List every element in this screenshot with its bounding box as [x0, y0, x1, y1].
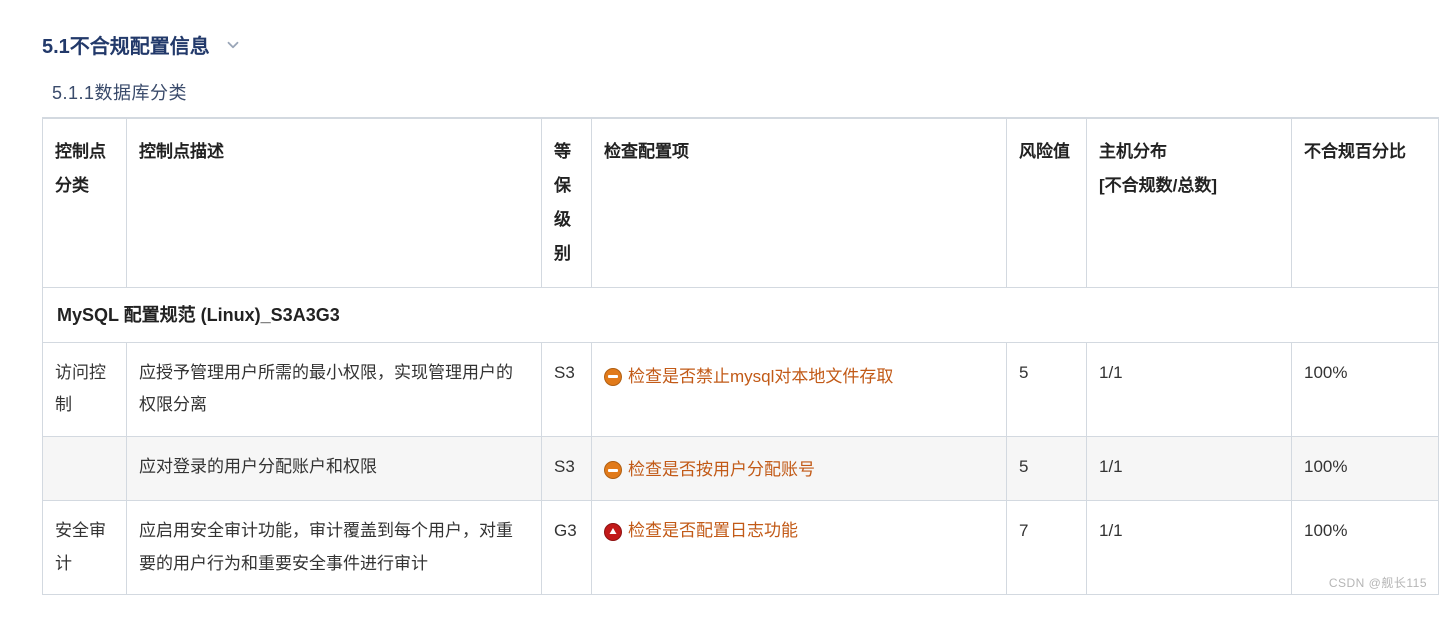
cell-category	[43, 436, 127, 501]
cell-check-item: 检查是否按用户分配账号	[592, 436, 1007, 501]
check-item-text: 检查是否按用户分配账号	[628, 454, 815, 486]
cell-risk: 5	[1007, 343, 1087, 437]
cell-category: 安全审计	[43, 501, 127, 595]
table-title: MySQL 配置规范 (Linux)_S3A3G3	[43, 288, 1439, 343]
col-distribution-sub: [不合规数/总数]	[1099, 176, 1217, 195]
config-table: MySQL 配置规范 (Linux)_S3A3G3 控制点分类 控制点描述 等保…	[42, 118, 1439, 595]
cell-description: 应对登录的用户分配账户和权限	[127, 436, 542, 501]
cell-category: 访问控制	[43, 343, 127, 437]
config-table-wrap: MySQL 配置规范 (Linux)_S3A3G3 控制点分类 控制点描述 等保…	[42, 117, 1439, 595]
cell-distribution: 1/1	[1087, 501, 1292, 595]
cell-distribution: 1/1	[1087, 343, 1292, 437]
cell-level: G3	[542, 501, 592, 595]
table-row: 应对登录的用户分配账户和权限S3 检查是否按用户分配账号 51/1100%	[43, 436, 1439, 501]
check-item-link[interactable]: 检查是否禁止mysql对本地文件存取	[604, 361, 893, 393]
cell-pct: 100%	[1292, 436, 1439, 501]
table-header-row: 控制点分类 控制点描述 等保级别 检查配置项 风险值 主机分布 [不合规数/总数…	[43, 119, 1439, 288]
check-item-link[interactable]: 检查是否按用户分配账号	[604, 454, 815, 486]
table-row: 安全审计应启用安全审计功能，审计覆盖到每个用户，对重要的用户行为和重要安全事件进…	[43, 501, 1439, 595]
cell-description: 应授予管理用户所需的最小权限，实现管理用户的权限分离	[127, 343, 542, 437]
critical-icon	[604, 523, 622, 541]
cell-distribution: 1/1	[1087, 436, 1292, 501]
table-row: 访问控制应授予管理用户所需的最小权限，实现管理用户的权限分离S3 检查是否禁止my…	[43, 343, 1439, 437]
cell-risk: 7	[1007, 501, 1087, 595]
cell-level: S3	[542, 436, 592, 501]
col-category: 控制点分类	[43, 119, 127, 288]
col-check-item: 检查配置项	[592, 119, 1007, 288]
cell-check-item: 检查是否禁止mysql对本地文件存取	[592, 343, 1007, 437]
cell-pct: 100%	[1292, 501, 1439, 595]
cell-risk: 5	[1007, 436, 1087, 501]
section-title[interactable]: 5.1不合规配置信息	[42, 30, 242, 59]
check-item-text: 检查是否配置日志功能	[628, 515, 798, 547]
cell-level: S3	[542, 343, 592, 437]
warning-icon	[604, 461, 622, 479]
warning-icon	[604, 368, 622, 386]
chevron-down-icon	[224, 36, 242, 54]
check-item-text: 检查是否禁止mysql对本地文件存取	[628, 361, 893, 393]
col-pct: 不合规百分比	[1292, 119, 1439, 288]
col-risk: 风险值	[1007, 119, 1087, 288]
cell-pct: 100%	[1292, 343, 1439, 437]
cell-check-item: 检查是否配置日志功能	[592, 501, 1007, 595]
table-title-row: MySQL 配置规范 (Linux)_S3A3G3	[43, 288, 1439, 343]
section-title-text: 5.1不合规配置信息	[42, 30, 210, 59]
check-item-link[interactable]: 检查是否配置日志功能	[604, 515, 798, 547]
col-level: 等保级别	[542, 119, 592, 288]
cell-description: 应启用安全审计功能，审计覆盖到每个用户，对重要的用户行为和重要安全事件进行审计	[127, 501, 542, 595]
subsection-title: 5.1.1数据库分类	[52, 79, 1439, 105]
col-distribution: 主机分布 [不合规数/总数]	[1087, 119, 1292, 288]
col-description: 控制点描述	[127, 119, 542, 288]
col-distribution-label: 主机分布	[1099, 142, 1167, 161]
